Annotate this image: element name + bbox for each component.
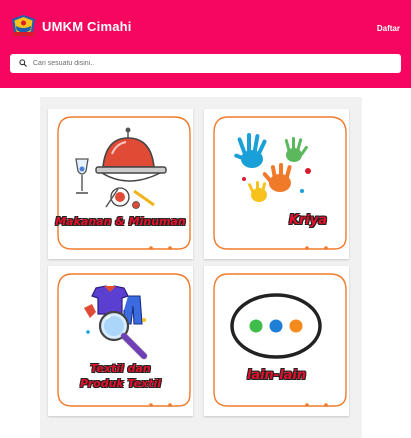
category-label-line2: Produk Textil [80, 377, 161, 390]
cimahi-crest-logo[interactable] [11, 14, 36, 41]
app-title: UMKM Cimahi [42, 19, 132, 34]
category-label: lain-lain [246, 368, 307, 383]
more-dots-icon [230, 293, 322, 359]
app-header: UMKM Cimahi Daftar [0, 0, 411, 88]
category-card-kriya[interactable]: Kriya [204, 109, 349, 259]
search-bar[interactable] [10, 54, 401, 73]
category-label: Makanan & Minuman [55, 215, 186, 228]
search-icon [19, 59, 27, 67]
category-label: Kriya [288, 213, 327, 228]
card-frame [213, 116, 347, 250]
category-card-textil[interactable]: Textil dan Produk Textil [48, 266, 193, 416]
category-card-lain-lain[interactable]: lain-lain [204, 266, 349, 416]
paint-hands-icon [234, 133, 311, 202]
register-link[interactable]: Daftar [377, 24, 400, 33]
card-frame [57, 116, 191, 250]
card-frame [57, 273, 191, 407]
food-cloche-icon [75, 127, 167, 209]
card-frame [213, 273, 347, 407]
category-label-line1: Textil dan [90, 362, 151, 375]
textile-magnifier-icon [84, 285, 148, 360]
category-card-makanan-minuman[interactable]: Makanan & Minuman [48, 109, 193, 259]
search-input[interactable] [33, 56, 393, 71]
